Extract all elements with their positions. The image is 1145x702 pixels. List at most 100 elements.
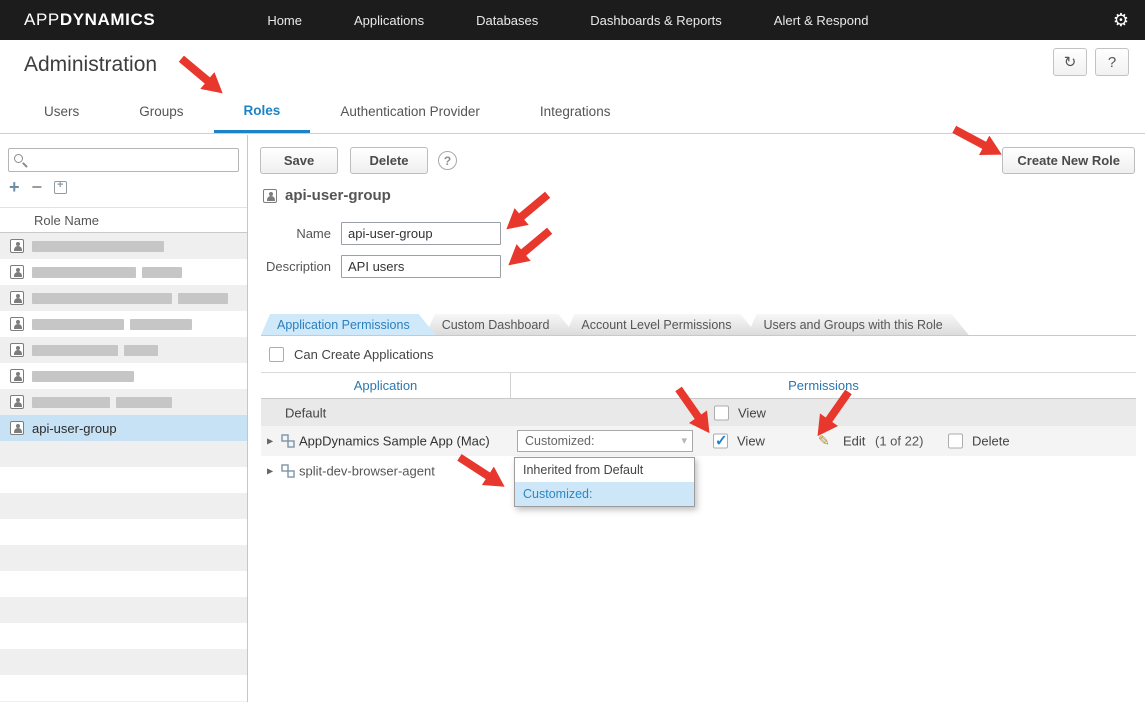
nav-item-applications[interactable]: Applications bbox=[354, 13, 424, 28]
app-edit-label[interactable]: Edit bbox=[843, 434, 865, 449]
expand-icon[interactable]: ▶ bbox=[267, 437, 273, 446]
name-label: Name bbox=[259, 226, 331, 241]
appdynamics-logo[interactable]: APPDYNAMICS bbox=[24, 10, 155, 30]
role-user-icon bbox=[10, 421, 24, 435]
role-row-redacted[interactable] bbox=[0, 311, 247, 337]
selected-role-label: api-user-group bbox=[32, 421, 117, 436]
redacted-text bbox=[32, 293, 172, 304]
application-icon bbox=[281, 434, 295, 448]
nav-item-dashboards-reports[interactable]: Dashboards & Reports bbox=[590, 13, 722, 28]
application-column-header[interactable]: Application bbox=[261, 373, 511, 398]
check-icon: ✓ bbox=[715, 432, 728, 450]
save-button[interactable]: Save bbox=[260, 147, 338, 174]
permissions-column-header[interactable]: Permissions bbox=[511, 373, 1136, 398]
agent-row-name: split-dev-browser-agent bbox=[299, 463, 435, 478]
tab-custom-dashboard[interactable]: Custom Dashboard bbox=[426, 314, 576, 335]
role-user-icon bbox=[10, 291, 24, 305]
redacted-text bbox=[124, 345, 158, 356]
name-field[interactable] bbox=[341, 222, 501, 245]
tab-integrations[interactable]: Integrations bbox=[510, 90, 641, 133]
role-user-icon bbox=[10, 265, 24, 279]
role-search-box bbox=[8, 148, 239, 172]
context-help-icon[interactable]: ? bbox=[438, 151, 457, 170]
tab-users-groups-with-role[interactable]: Users and Groups with this Role bbox=[747, 314, 968, 335]
role-row-redacted[interactable] bbox=[0, 363, 247, 389]
role-list-tools: + − bbox=[9, 179, 67, 195]
sample-app-name: AppDynamics Sample App (Mac) bbox=[299, 434, 490, 449]
role-user-icon bbox=[10, 369, 24, 383]
redacted-text bbox=[130, 319, 192, 330]
can-create-applications-label: Can Create Applications bbox=[294, 347, 433, 362]
table-row-split-dev-agent[interactable]: ▶ split-dev-browser-agent bbox=[261, 456, 1136, 485]
tab-account-level-permissions[interactable]: Account Level Permissions bbox=[565, 314, 757, 335]
menu-item-customized[interactable]: Customized: bbox=[515, 482, 694, 506]
search-icon bbox=[14, 154, 23, 163]
admin-tabbar: Users Groups Roles Authentication Provid… bbox=[0, 90, 1145, 134]
role-user-icon bbox=[10, 239, 24, 253]
help-icon: ? bbox=[1108, 54, 1116, 71]
role-row-redacted[interactable] bbox=[0, 285, 247, 311]
redacted-text bbox=[142, 267, 182, 278]
role-user-icon bbox=[263, 189, 277, 203]
roles-sidebar: + − Role Name bbox=[0, 135, 248, 702]
redacted-text bbox=[32, 241, 164, 252]
duplicate-role-icon[interactable] bbox=[54, 181, 67, 194]
add-role-icon[interactable]: + bbox=[9, 179, 20, 195]
table-row-default[interactable]: Default View bbox=[261, 399, 1136, 426]
permission-dropdown[interactable]: Customized: ▾ bbox=[517, 430, 693, 452]
can-create-applications-checkbox[interactable] bbox=[269, 347, 284, 362]
tab-authentication-provider[interactable]: Authentication Provider bbox=[310, 90, 510, 133]
description-label: Description bbox=[259, 259, 331, 274]
delete-button[interactable]: Delete bbox=[350, 147, 428, 174]
redacted-text bbox=[32, 345, 118, 356]
redacted-text bbox=[178, 293, 228, 304]
permission-dropdown-value: Customized: bbox=[525, 434, 594, 448]
app-view-checkbox[interactable]: ✓ bbox=[713, 434, 728, 449]
create-new-role-button[interactable]: Create New Role bbox=[1002, 147, 1135, 174]
role-row-redacted[interactable] bbox=[0, 337, 247, 363]
name-form-row: Name bbox=[259, 222, 501, 245]
description-form-row: Description bbox=[259, 255, 501, 278]
role-title: api-user-group bbox=[263, 187, 391, 204]
logo-dynamics-text: DYNAMICS bbox=[60, 10, 155, 29]
default-view-checkbox[interactable] bbox=[714, 405, 729, 420]
administration-screen: APPDYNAMICS Home Applications Databases … bbox=[0, 0, 1145, 702]
expand-icon[interactable]: ▶ bbox=[267, 466, 273, 475]
table-row-sample-app[interactable]: ▶ AppDynamics Sample App (Mac) Customize… bbox=[261, 426, 1136, 456]
refresh-icon: ↻ bbox=[1064, 53, 1077, 71]
nav-item-alert-respond[interactable]: Alert & Respond bbox=[774, 13, 869, 28]
application-permissions-panel: Can Create Applications Application Perm… bbox=[261, 335, 1136, 702]
role-title-text: api-user-group bbox=[285, 187, 391, 204]
tab-users[interactable]: Users bbox=[14, 90, 109, 133]
tab-application-permissions[interactable]: Application Permissions bbox=[261, 314, 436, 335]
chevron-down-icon: ▾ bbox=[681, 431, 687, 451]
settings-gear-icon[interactable]: ⚙ bbox=[1113, 0, 1129, 40]
default-row-label: Default bbox=[285, 405, 326, 420]
logo-app-text: APP bbox=[24, 10, 60, 29]
redacted-text bbox=[32, 267, 136, 278]
permission-tabs: Application Permissions Custom Dashboard… bbox=[261, 314, 959, 335]
permission-dropdown-menu: Inherited from Default Customized: bbox=[514, 457, 695, 507]
remove-role-icon[interactable]: − bbox=[32, 179, 43, 195]
role-detail-pane: Save Delete ? Create New Role api-user-g… bbox=[249, 135, 1145, 702]
role-row-redacted[interactable] bbox=[0, 259, 247, 285]
app-delete-checkbox[interactable] bbox=[948, 434, 963, 449]
top-nav: APPDYNAMICS Home Applications Databases … bbox=[0, 0, 1145, 40]
page-title: Administration bbox=[24, 53, 157, 77]
refresh-button[interactable]: ↻ bbox=[1053, 48, 1087, 76]
role-row-redacted[interactable] bbox=[0, 233, 247, 259]
help-button[interactable]: ? bbox=[1095, 48, 1129, 76]
tab-roles[interactable]: Roles bbox=[214, 90, 311, 133]
menu-item-inherited[interactable]: Inherited from Default bbox=[515, 458, 694, 482]
tab-groups[interactable]: Groups bbox=[109, 90, 213, 133]
description-field[interactable] bbox=[341, 255, 501, 278]
nav-item-databases[interactable]: Databases bbox=[476, 13, 538, 28]
role-row-api-user-group[interactable]: api-user-group bbox=[0, 415, 247, 441]
nav-item-home[interactable]: Home bbox=[267, 13, 302, 28]
top-nav-items: Home Applications Databases Dashboards &… bbox=[267, 13, 868, 28]
role-search-input[interactable] bbox=[31, 150, 231, 170]
role-row-redacted[interactable] bbox=[0, 389, 247, 415]
role-user-icon bbox=[10, 343, 24, 357]
redacted-text bbox=[32, 371, 134, 382]
edit-pencil-icon[interactable]: ✎ bbox=[818, 433, 830, 450]
